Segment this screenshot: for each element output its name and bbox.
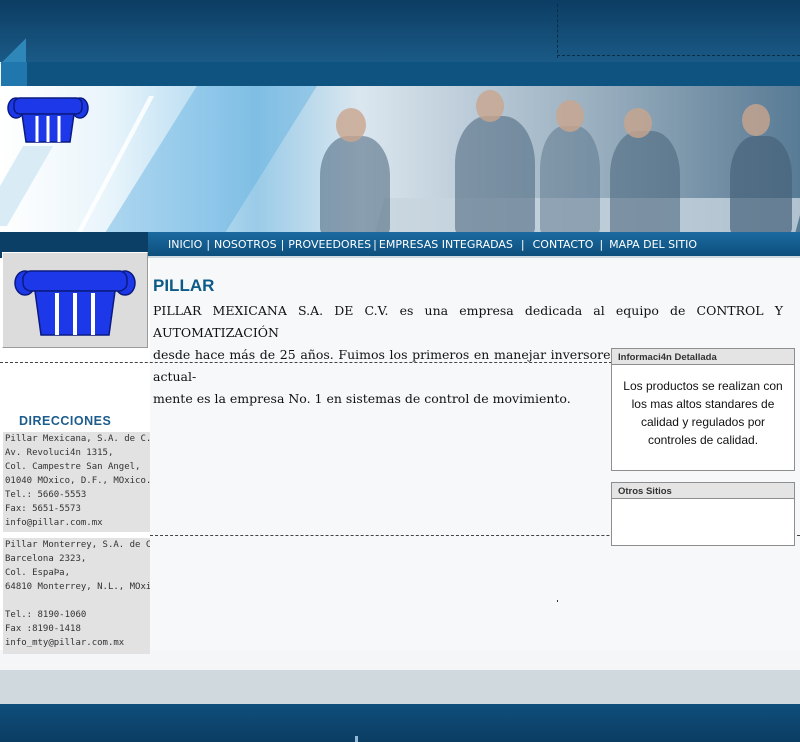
info-detail-box: Informaci4n Detallada Los productos se r…: [611, 348, 795, 471]
nav-item-proveedores[interactable]: PROVEEDORES: [288, 238, 371, 251]
nav-menu: INICIO | NOSOTROS | PROVEEDORES | EMPRES…: [168, 238, 698, 251]
banner-person-head: [624, 108, 652, 138]
email-link[interactable]: info@pillar.com.mx: [5, 516, 150, 530]
header-strip: [1, 62, 800, 86]
dashed-separator: [0, 362, 612, 363]
footer-light-band: [0, 670, 800, 704]
nav-item-contacto[interactable]: CONTACTO: [533, 238, 594, 251]
other-sites-header: Otros Sitios: [612, 483, 794, 499]
page-title: PILLAR: [153, 276, 215, 295]
directions-title: DIRECCIONES: [19, 414, 112, 428]
info-detail-header: Informaci4n Detallada: [612, 349, 794, 365]
hero-banner: [0, 86, 800, 232]
other-sites-box: Otros Sitios: [611, 482, 795, 546]
nav-item-empresas-integradas[interactable]: EMPRESAS INTEGRADAS: [379, 238, 513, 251]
email-link[interactable]: info_mty@pillar.com.mx: [5, 636, 150, 650]
footer-dark-band: [0, 704, 800, 742]
footer-decoration: [355, 736, 358, 742]
nav-item-mapa-del-sitio[interactable]: MAPA DEL SITIO: [609, 238, 697, 251]
nav-item-inicio[interactable]: INICIO: [168, 238, 202, 251]
banner-person: [610, 131, 680, 232]
address-block-mexico: Pillar Mexicana, S.A. de C.V. Av. Revolu…: [3, 432, 150, 532]
banner-decoration: [0, 146, 54, 226]
banner-person-head: [336, 108, 366, 142]
dashed-divider: [557, 55, 800, 56]
dashed-divider: [557, 4, 558, 58]
banner-person: [320, 136, 390, 232]
banner-person: [730, 136, 792, 232]
stray-dot: [557, 600, 558, 602]
pillar-logo[interactable]: [6, 92, 90, 146]
banner-person-head: [742, 104, 770, 136]
info-detail-body: Los productos se realizan con los mas al…: [623, 379, 783, 447]
address-block-monterrey: Pillar Monterrey, S.A. de C.V. Barcelona…: [3, 538, 150, 654]
top-band: [0, 0, 800, 64]
nav-item-nosotros[interactable]: NOSOTROS: [214, 238, 277, 251]
banner-person-head: [476, 90, 504, 122]
pillar-logo-large[interactable]: [13, 263, 137, 339]
logo-box: [2, 252, 148, 348]
banner-person-head: [556, 100, 584, 132]
banner-person: [455, 116, 535, 232]
banner-person: [540, 126, 600, 232]
corner-decoration: [0, 38, 26, 64]
